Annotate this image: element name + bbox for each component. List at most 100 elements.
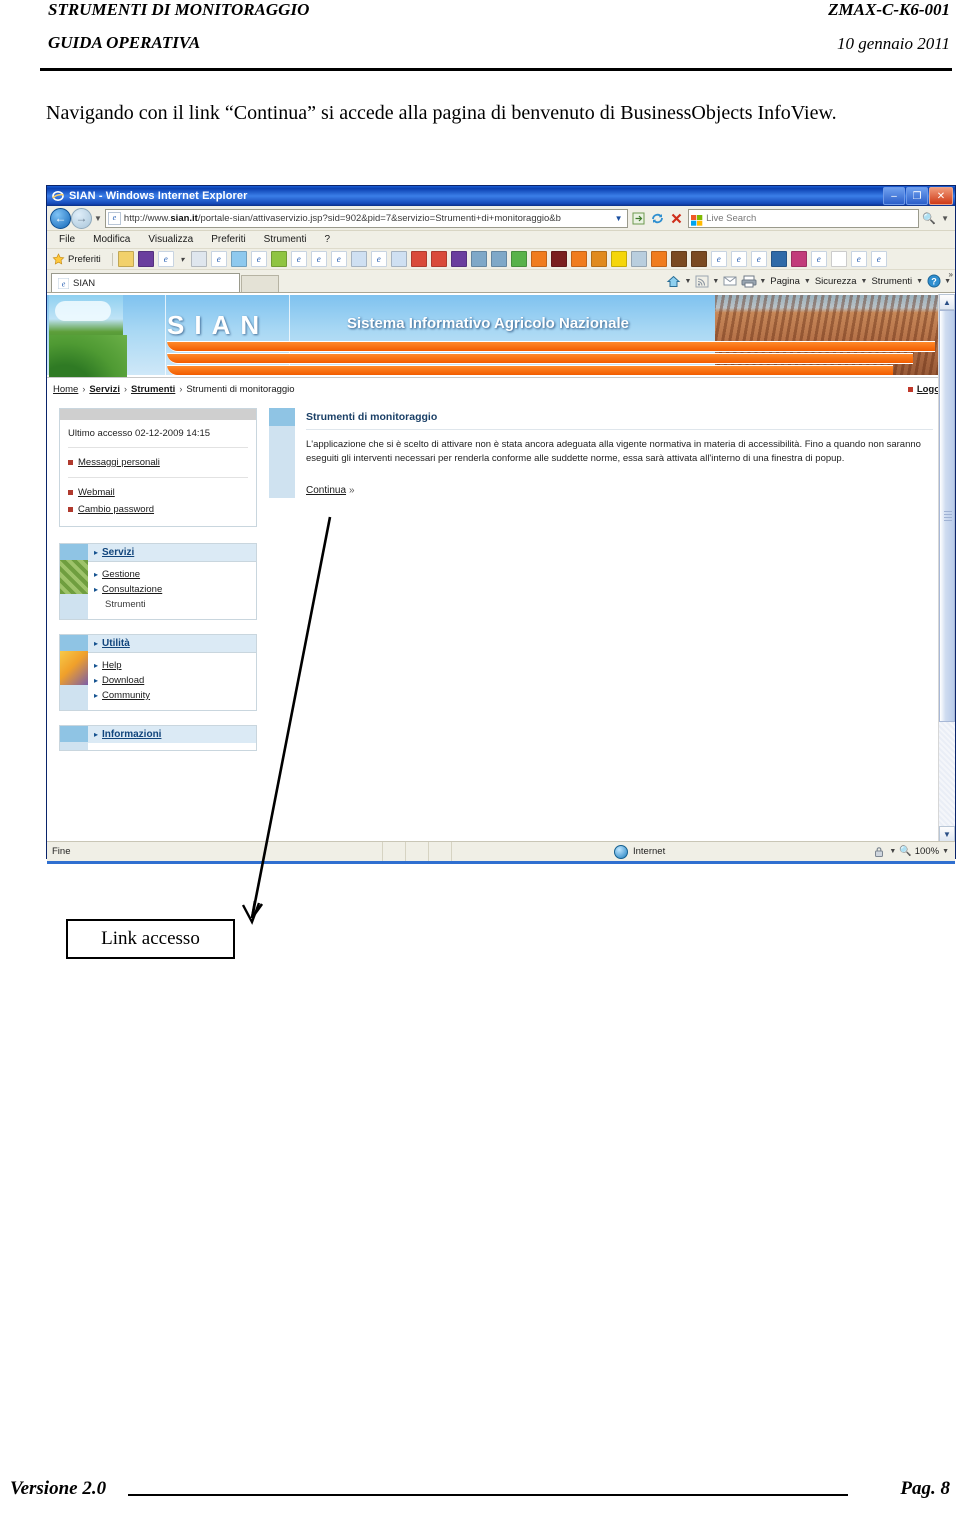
panel-title[interactable]: Informazioni bbox=[102, 729, 161, 740]
panel-item-label[interactable]: Download bbox=[102, 675, 144, 686]
panel-item-consultazione[interactable]: ▸ Consultazione bbox=[94, 582, 250, 597]
ie-page-icon[interactable]: e bbox=[810, 251, 827, 267]
panel-item-help[interactable]: ▸ Help bbox=[94, 658, 250, 673]
lock-icon[interactable] bbox=[872, 845, 886, 858]
sicurezza-caret-icon[interactable]: ▼ bbox=[861, 277, 868, 285]
home-caret-icon[interactable]: ▼ bbox=[684, 277, 691, 285]
ie-page-icon[interactable]: e bbox=[310, 251, 327, 267]
scroll-track[interactable] bbox=[939, 310, 955, 826]
new-page-icon[interactable] bbox=[390, 251, 407, 267]
alert-page-icon[interactable] bbox=[410, 251, 427, 267]
new-tab-button[interactable] bbox=[241, 275, 279, 292]
chevron-down-icon[interactable]: ▾ bbox=[178, 252, 187, 266]
breadcrumb-item-home[interactable]: Home bbox=[53, 384, 78, 395]
ie-page-icon[interactable]: e bbox=[850, 251, 867, 267]
mcafee-icon[interactable] bbox=[550, 251, 567, 267]
close-button[interactable]: ✕ bbox=[929, 187, 953, 205]
panel-item-community[interactable]: ▸ Community bbox=[94, 688, 250, 703]
ie-page-icon[interactable]: e bbox=[250, 251, 267, 267]
warning-icon[interactable] bbox=[590, 251, 607, 267]
panel-item-label[interactable]: Help bbox=[102, 660, 122, 671]
ie-page-icon[interactable]: e bbox=[210, 251, 227, 267]
panel-title[interactable]: Utilità bbox=[102, 638, 130, 649]
windows-icon[interactable] bbox=[270, 251, 287, 267]
arrow-icon[interactable] bbox=[630, 251, 647, 267]
orange-doc-icon[interactable] bbox=[650, 251, 667, 267]
mail-icon[interactable] bbox=[721, 274, 738, 289]
favorites-label[interactable]: Preferiti bbox=[68, 254, 101, 265]
sidebar-link-label[interactable]: Messaggi personali bbox=[78, 457, 160, 468]
protected-caret-icon[interactable]: ▼ bbox=[889, 848, 896, 855]
panel-title[interactable]: Servizi bbox=[102, 547, 134, 558]
menu-item-preferiti[interactable]: Preferiti bbox=[211, 234, 245, 245]
refresh-icon[interactable] bbox=[649, 210, 666, 227]
note-icon[interactable] bbox=[470, 251, 487, 267]
panel-item-label[interactable]: Community bbox=[102, 690, 150, 701]
security-zone[interactable]: Internet bbox=[614, 844, 665, 859]
command-sicurezza[interactable]: Sicurezza bbox=[813, 276, 859, 287]
forward-button[interactable]: → bbox=[71, 207, 92, 229]
zoom-caret-icon[interactable]: ▼ bbox=[942, 848, 949, 855]
scroll-down-button[interactable]: ▼ bbox=[939, 826, 955, 841]
ie-page-icon[interactable]: e bbox=[370, 251, 387, 267]
scroll-thumb[interactable] bbox=[939, 310, 955, 722]
back-button[interactable]: ← bbox=[50, 207, 71, 229]
menu-item-help[interactable]: ? bbox=[324, 234, 330, 245]
panel-item-label[interactable]: Gestione bbox=[102, 569, 140, 580]
tab-sian[interactable]: e SIAN bbox=[51, 273, 240, 292]
menu-item-modifica[interactable]: Modifica bbox=[93, 234, 130, 245]
panel-item-gestione[interactable]: ▸ Gestione bbox=[94, 567, 250, 582]
home-icon[interactable] bbox=[665, 274, 682, 289]
command-overflow-icon[interactable]: » bbox=[949, 270, 953, 279]
breadcrumb-item-strumenti[interactable]: Strumenti bbox=[131, 384, 175, 395]
panel-item-download[interactable]: ▸ Download bbox=[94, 673, 250, 688]
tumblr-icon[interactable] bbox=[137, 251, 154, 267]
menu-item-strumenti[interactable]: Strumenti bbox=[264, 234, 307, 245]
new-page-icon[interactable] bbox=[350, 251, 367, 267]
qr-icon[interactable] bbox=[790, 251, 807, 267]
strumenti-caret-icon[interactable]: ▼ bbox=[916, 277, 923, 285]
help-icon[interactable]: ? bbox=[925, 274, 942, 289]
green-shape-icon[interactable] bbox=[510, 251, 527, 267]
monkey-icon[interactable] bbox=[690, 251, 707, 267]
panel-header-utilita[interactable]: ▸ Utilità bbox=[88, 635, 256, 653]
orange-doc-icon[interactable] bbox=[530, 251, 547, 267]
smiley-icon[interactable] bbox=[610, 251, 627, 267]
continua-link[interactable]: Continua bbox=[306, 485, 346, 496]
rss-icon[interactable] bbox=[693, 274, 710, 289]
search-input[interactable]: Live Search bbox=[688, 208, 920, 228]
search-options-caret-icon[interactable]: ▼ bbox=[941, 214, 949, 223]
search-go-icon[interactable]: 🔍 bbox=[919, 212, 939, 225]
restore-button[interactable]: ❐ bbox=[906, 187, 928, 205]
printer-caret-icon[interactable]: ▼ bbox=[759, 277, 766, 285]
menu-item-visualizza[interactable]: Visualizza bbox=[148, 234, 193, 245]
page-icon[interactable] bbox=[190, 251, 207, 267]
alert-page-icon[interactable] bbox=[430, 251, 447, 267]
ie-page-icon[interactable]: e bbox=[157, 251, 174, 267]
ie-page-icon[interactable]: e bbox=[290, 251, 307, 267]
sidebar-link-label[interactable]: Webmail bbox=[78, 487, 115, 498]
ie-page-icon[interactable]: e bbox=[870, 251, 887, 267]
address-input[interactable]: e http://www.sian.it/portale-sian/attiva… bbox=[104, 208, 629, 228]
rss-caret-icon[interactable]: ▼ bbox=[712, 277, 719, 285]
breadcrumb-item-servizi[interactable]: Servizi bbox=[89, 384, 120, 395]
panel-header-informazioni[interactable]: ▸ Informazioni bbox=[88, 726, 256, 743]
orange-doc-icon[interactable] bbox=[570, 251, 587, 267]
tumblr-icon[interactable] bbox=[450, 251, 467, 267]
printer-icon[interactable] bbox=[740, 274, 757, 289]
scroll-up-button[interactable]: ▲ bbox=[939, 294, 955, 310]
sidebar-link-messaggi[interactable]: Messaggi personali bbox=[68, 454, 248, 471]
panel-header-servizi[interactable]: ▸ Servizi bbox=[88, 544, 256, 562]
pagina-caret-icon[interactable]: ▼ bbox=[804, 277, 811, 285]
blue-page-icon[interactable] bbox=[230, 251, 247, 267]
globe-app-icon[interactable] bbox=[770, 251, 787, 267]
sidebar-link-webmail[interactable]: Webmail bbox=[68, 484, 248, 501]
menu-item-file[interactable]: File bbox=[59, 234, 75, 245]
address-dropdown-icon[interactable]: ▼ bbox=[612, 214, 625, 223]
monkey-icon[interactable] bbox=[670, 251, 687, 267]
minimize-button[interactable]: – bbox=[883, 187, 905, 205]
sidebar-link-cambio-password[interactable]: Cambio password bbox=[68, 501, 248, 518]
zoom-control[interactable]: 🔍 100% bbox=[899, 846, 939, 857]
vertical-scrollbar[interactable]: ▲ ▼ bbox=[938, 294, 955, 841]
history-caret-icon[interactable]: ▼ bbox=[94, 214, 102, 223]
